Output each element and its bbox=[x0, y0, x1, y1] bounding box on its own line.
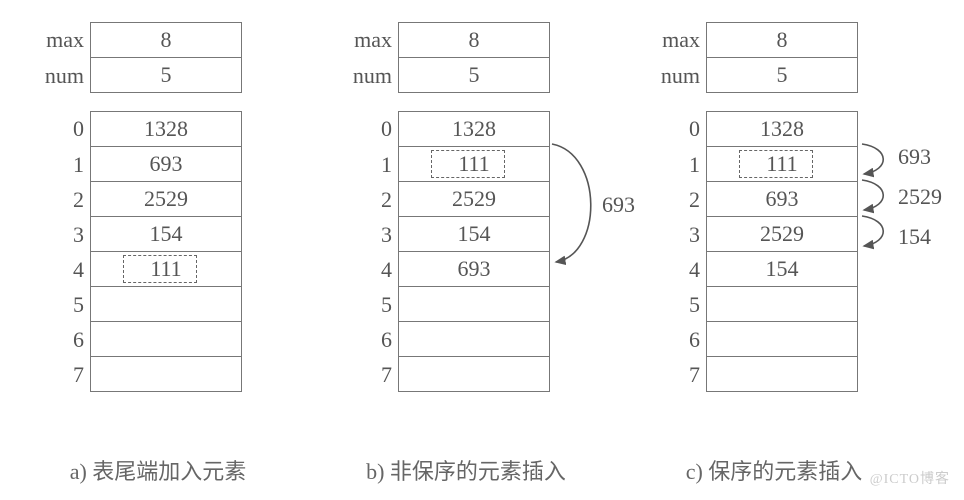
index-label: 3 bbox=[28, 222, 90, 248]
panel-a-cell-4: 111 bbox=[90, 252, 242, 287]
panel-a-array: 01328 1693 22529 3154 4111 5 6 7 bbox=[28, 111, 288, 392]
panel-b-cell-6 bbox=[398, 322, 550, 357]
index-label: 1 bbox=[336, 152, 398, 178]
num-label: num bbox=[28, 63, 90, 89]
panel-c: max8 num5 01328 1111 2693 32529 4154 5 6… bbox=[644, 22, 904, 392]
index-label: 1 bbox=[644, 152, 706, 178]
max-label: max bbox=[28, 27, 90, 53]
panel-a-cell-6 bbox=[90, 322, 242, 357]
panel-a-num-row: num 5 bbox=[28, 58, 288, 93]
index-label: 2 bbox=[644, 187, 706, 213]
index-label: 7 bbox=[336, 362, 398, 388]
index-label: 6 bbox=[28, 327, 90, 353]
shift-label-1: 2529 bbox=[898, 184, 942, 210]
shift-label-2: 154 bbox=[898, 224, 931, 250]
index-label: 1 bbox=[28, 152, 90, 178]
panel-b-num-cell: 5 bbox=[398, 58, 550, 93]
panel-a-cell-5 bbox=[90, 287, 242, 322]
panel-c-cell-2: 693 bbox=[706, 182, 858, 217]
panel-c-cell-7 bbox=[706, 357, 858, 392]
panel-a-cell-0: 1328 bbox=[90, 111, 242, 147]
panel-b-max-cell: 8 bbox=[398, 22, 550, 58]
panel-c-array: 01328 1111 2693 32529 4154 5 6 7 bbox=[644, 111, 904, 392]
panel-c-num-cell: 5 bbox=[706, 58, 858, 93]
index-label: 4 bbox=[28, 257, 90, 283]
num-label: num bbox=[336, 63, 398, 89]
panel-b: max8 num5 01328 1111 22529 3154 4693 5 6… bbox=[336, 22, 596, 392]
index-label: 3 bbox=[336, 222, 398, 248]
panel-b-caption: b) 非保序的元素插入 bbox=[316, 454, 616, 486]
panel-a-cell-7 bbox=[90, 357, 242, 392]
index-label: 7 bbox=[644, 362, 706, 388]
panel-a-caption: a) 表尾端加入元素 bbox=[28, 454, 288, 486]
shift-label-0: 693 bbox=[898, 144, 931, 170]
index-label: 6 bbox=[336, 327, 398, 353]
panel-c-cell-4: 154 bbox=[706, 252, 858, 287]
panel-b-cell-4: 693 bbox=[398, 252, 550, 287]
index-label: 2 bbox=[336, 187, 398, 213]
index-label: 7 bbox=[28, 362, 90, 388]
swap-label: 693 bbox=[602, 192, 635, 218]
panel-c-cell-0: 1328 bbox=[706, 111, 858, 147]
panel-b-cell-3: 154 bbox=[398, 217, 550, 252]
diagram-stage: max 8 num 5 01328 1693 22529 3154 4111 5… bbox=[0, 0, 964, 500]
panel-b-cell-1: 111 bbox=[398, 147, 550, 182]
panel-a-cell-3: 154 bbox=[90, 217, 242, 252]
panel-c-cell-5 bbox=[706, 287, 858, 322]
panel-c-cell-3: 2529 bbox=[706, 217, 858, 252]
panel-b-cell-5 bbox=[398, 287, 550, 322]
index-label: 2 bbox=[28, 187, 90, 213]
panel-c-cell-6 bbox=[706, 322, 858, 357]
panel-b-array: 01328 1111 22529 3154 4693 5 6 7 bbox=[336, 111, 596, 392]
panel-c-header: max8 num5 bbox=[644, 22, 904, 93]
index-label: 0 bbox=[28, 116, 90, 142]
index-label: 4 bbox=[336, 257, 398, 283]
max-label: max bbox=[644, 27, 706, 53]
panel-b-cell-7 bbox=[398, 357, 550, 392]
panel-a-cell-2: 2529 bbox=[90, 182, 242, 217]
index-label: 5 bbox=[644, 292, 706, 318]
panel-c-cell-1: 111 bbox=[706, 147, 858, 182]
panel-a-max-cell: 8 bbox=[90, 22, 242, 58]
panel-a-cell-1: 693 bbox=[90, 147, 242, 182]
index-label: 5 bbox=[336, 292, 398, 318]
panel-a: max 8 num 5 01328 1693 22529 3154 4111 5… bbox=[28, 22, 288, 392]
num-label: num bbox=[644, 63, 706, 89]
index-label: 5 bbox=[28, 292, 90, 318]
index-label: 0 bbox=[336, 116, 398, 142]
index-label: 0 bbox=[644, 116, 706, 142]
panel-c-max-cell: 8 bbox=[706, 22, 858, 58]
index-label: 4 bbox=[644, 257, 706, 283]
panel-b-cell-2: 2529 bbox=[398, 182, 550, 217]
panel-a-num-cell: 5 bbox=[90, 58, 242, 93]
panel-a-max-row: max 8 bbox=[28, 22, 288, 58]
watermark: @ICTO博客 bbox=[870, 468, 950, 488]
max-label: max bbox=[336, 27, 398, 53]
panel-b-cell-0: 1328 bbox=[398, 111, 550, 147]
panel-b-header: max8 num5 bbox=[336, 22, 596, 93]
panel-a-header: max 8 num 5 bbox=[28, 22, 288, 93]
index-label: 3 bbox=[644, 222, 706, 248]
index-label: 6 bbox=[644, 327, 706, 353]
